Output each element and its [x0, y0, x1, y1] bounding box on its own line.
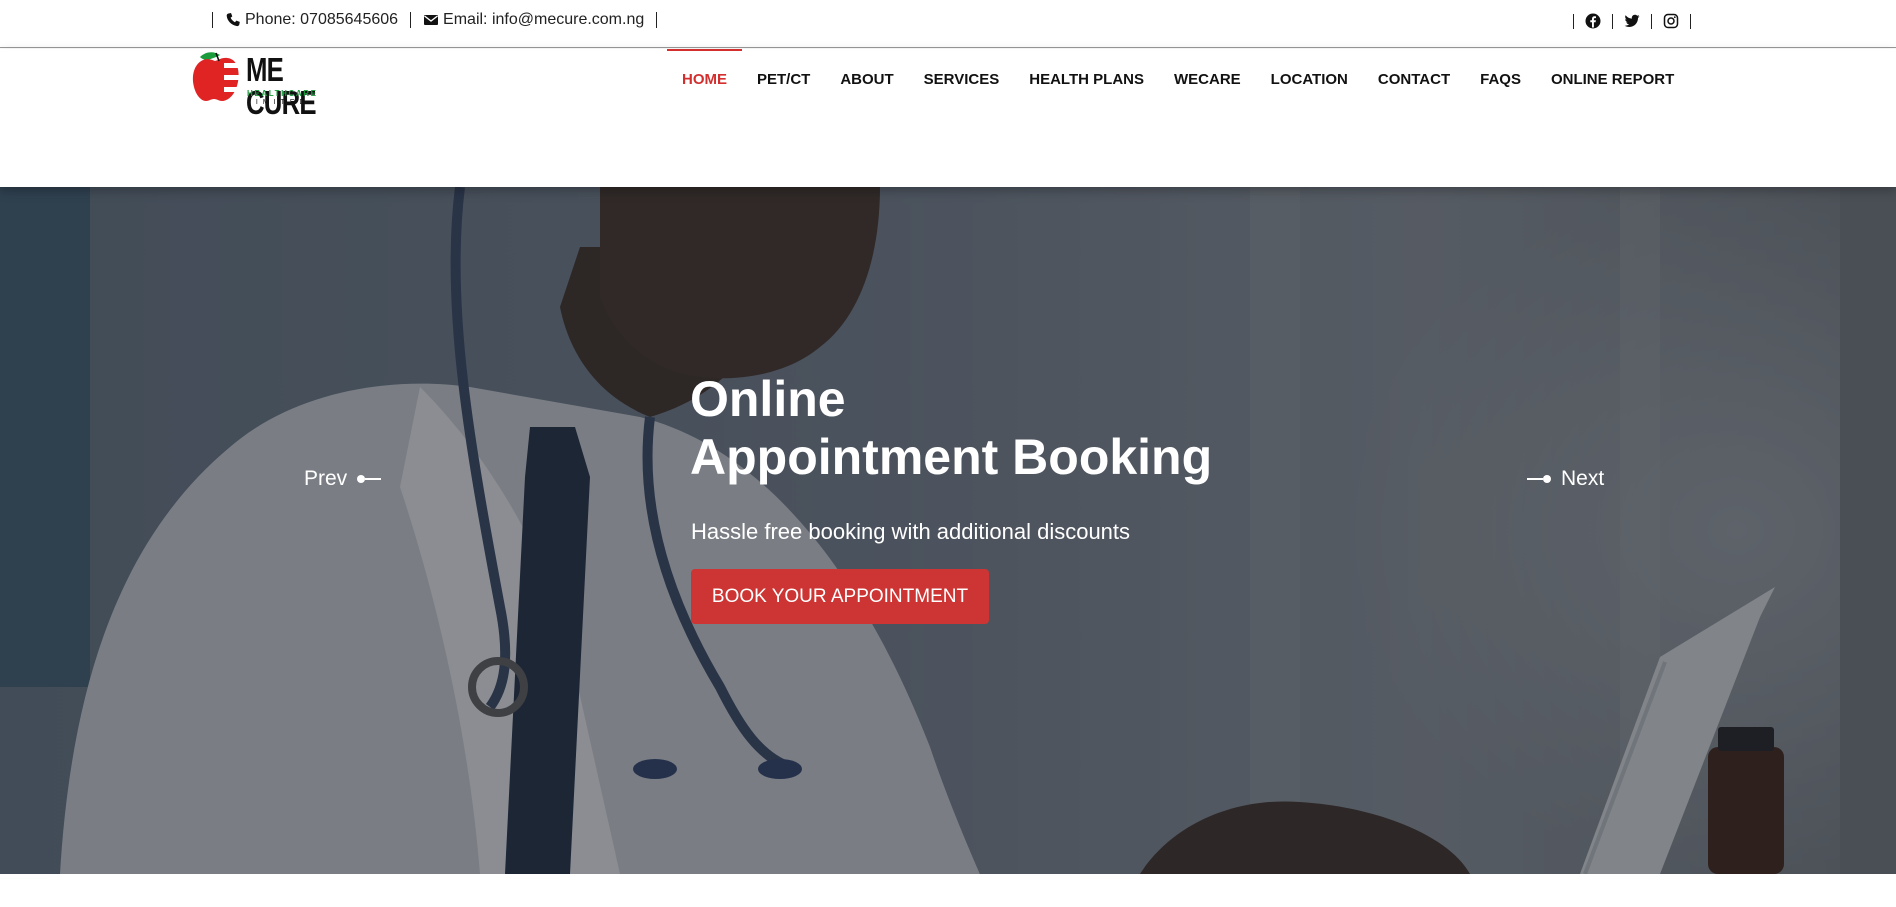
logo-subtitle-2: LIMITED: [247, 99, 310, 106]
hero-title-line-2: Appointment Booking: [690, 429, 1213, 485]
divider: [1612, 13, 1613, 29]
contact-info: Phone: 07085645606 Email: info@mecure.co…: [200, 11, 669, 29]
hero-title: Online Appointment Booking: [690, 370, 1212, 486]
nav-about[interactable]: ABOUT: [825, 49, 908, 109]
email-text: Email: info@mecure.com.ng: [443, 11, 645, 28]
hero-title-line-1: Online: [690, 371, 846, 427]
nav-health-plans[interactable]: HEALTH PLANS: [1014, 49, 1159, 109]
divider: [656, 12, 658, 28]
nav-menu: HOME PET/CT ABOUT SERVICES HEALTH PLANS …: [667, 49, 1689, 109]
prev-arrow-icon: [357, 475, 382, 483]
book-appointment-button[interactable]: BOOK YOUR APPOINTMENT: [691, 569, 989, 624]
divider: [1690, 13, 1691, 29]
twitter-icon[interactable]: [1624, 13, 1640, 29]
slider-prev-button[interactable]: Prev: [304, 467, 391, 491]
divider: [1651, 13, 1652, 29]
main-navbar: ME CURE HEALTHCARE LIMITED HOME PET/CT A…: [0, 49, 1896, 187]
facebook-icon[interactable]: [1585, 13, 1601, 29]
top-bar: Phone: 07085645606 Email: info@mecure.co…: [0, 0, 1896, 48]
phone-link[interactable]: Phone: 07085645606: [225, 11, 398, 29]
nav-location[interactable]: LOCATION: [1256, 49, 1363, 109]
social-links: [1562, 13, 1702, 29]
next-arrow-icon: [1527, 475, 1551, 483]
logo-subtitle: HEALTHCARE: [247, 89, 318, 98]
logo-wordmark: ME CURE: [246, 51, 317, 121]
nav-pet-ct[interactable]: PET/CT: [742, 49, 825, 109]
nav-online-report[interactable]: ONLINE REPORT: [1536, 49, 1689, 109]
nav-home[interactable]: HOME: [667, 49, 742, 109]
next-label: Next: [1561, 467, 1605, 490]
hero-subtitle: Hassle free booking with additional disc…: [691, 519, 1131, 544]
page-bottom-strip: [0, 874, 1896, 907]
hero-slider: Online Appointment Booking Hassle free b…: [0, 187, 1896, 874]
nav-services[interactable]: SERVICES: [909, 49, 1015, 109]
prev-label: Prev: [304, 467, 348, 490]
divider: [212, 12, 213, 28]
nav-faqs[interactable]: FAQS: [1465, 49, 1536, 109]
divider: [1573, 13, 1574, 29]
instagram-icon[interactable]: [1663, 13, 1679, 29]
apple-logo-icon: [192, 52, 240, 101]
divider: [410, 12, 412, 28]
phone-text: Phone: 07085645606: [245, 11, 399, 28]
nav-wecare[interactable]: WECARE: [1159, 49, 1256, 109]
phone-icon: [225, 12, 241, 28]
nav-contact[interactable]: CONTACT: [1363, 49, 1465, 109]
slider-next-button[interactable]: Next: [1517, 467, 1604, 491]
site-logo[interactable]: ME CURE HEALTHCARE LIMITED: [190, 49, 335, 119]
email-link[interactable]: Email: info@mecure.com.ng: [423, 11, 644, 29]
envelope-icon: [423, 12, 439, 28]
